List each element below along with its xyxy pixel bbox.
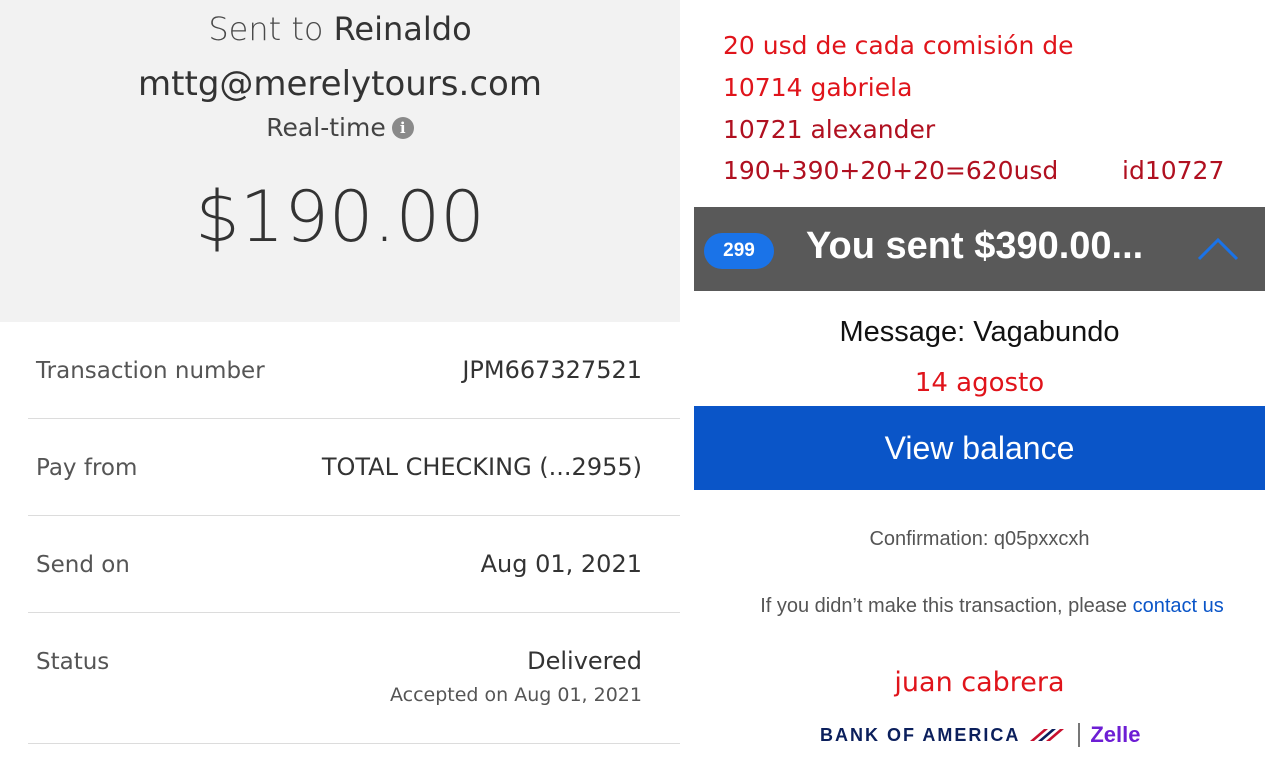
detail-row-status: Status Delivered Accepted on Aug 01, 202… [28,613,680,744]
disclaimer-text: If you didn’t make this transaction, ple… [760,595,1128,617]
detail-value: TOTAL CHECKING (...2955) [321,453,642,481]
detail-row-send-on: Send on Aug 01, 2021 [28,516,680,613]
recipient-email: mttg@merelytours.com [138,64,542,104]
delivery-speed-label: Real-time [266,113,386,142]
brand-footer: BANK OF AMERICA Zelle [820,720,1140,750]
transfer-details-panel: Sent to Reinaldo mttg@merelytours.com Re… [0,0,680,769]
disclaimer: If you didn’t make this transaction, ple… [724,592,1260,620]
status-value: Delivered [527,647,642,675]
transfer-amount: $190.00 [195,176,485,258]
detail-label: Pay from [36,455,138,481]
annotation-line-2: 10714 gabriela [723,73,913,102]
transfer-summary-header: Sent to Reinaldo mttg@merelytours.com Re… [0,0,680,322]
detail-label: Status [36,649,110,675]
detail-value: JPM667327521 [462,356,642,384]
detail-rows: Transaction number JPM667327521 Pay from… [28,322,680,744]
detail-row-transaction-number: Transaction number JPM667327521 [28,322,680,419]
annotation-id: id10727 [1122,156,1225,185]
annotation-line-3: 10721 alexander [723,115,936,144]
bank-of-america-flag-icon [1030,729,1065,741]
sent-to-prefix: Sent to [208,10,324,48]
annotation-line-4: 190+390+20+20=620usd [723,156,1059,185]
annotation-signature: juan cabrera [894,667,1065,698]
bank-of-america-logo-text: BANK OF AMERICA [820,724,1021,745]
annotation-date: 14 agosto [914,368,1045,398]
notification-title: You sent $390.00... [806,225,1144,267]
notification-count-badge: 299 [704,233,774,269]
status-subtext: Accepted on Aug 01, 2021 [389,684,642,706]
view-balance-button[interactable]: View balance [694,406,1265,490]
detail-value: Aug 01, 2021 [480,550,642,578]
notification-banner[interactable]: 299 You sent $390.00... [694,207,1265,291]
contact-us-link[interactable]: contact us [1133,595,1224,617]
chevron-up-icon[interactable] [1196,233,1240,263]
zelle-notification-panel: 20 usd de cada comisión de 10714 gabriel… [680,0,1280,769]
zelle-logo-text: Zelle [1090,722,1141,747]
delivery-speed: Real-time i [0,113,680,142]
annotation-line-1: 20 usd de cada comisión de [723,31,1074,60]
recipient-name: Reinaldo [333,10,472,48]
detail-label: Send on [36,552,130,578]
detail-label: Transaction number [36,358,265,384]
detail-row-pay-from: Pay from TOTAL CHECKING (...2955) [28,419,680,516]
logo-divider [1078,723,1081,747]
info-icon[interactable]: i [391,117,414,139]
sent-to-line: Sent to Reinaldo [0,10,680,48]
transfer-message: Message: Vagabundo [839,316,1120,348]
confirmation-code: Confirmation: q05pxxcxh [869,528,1090,550]
